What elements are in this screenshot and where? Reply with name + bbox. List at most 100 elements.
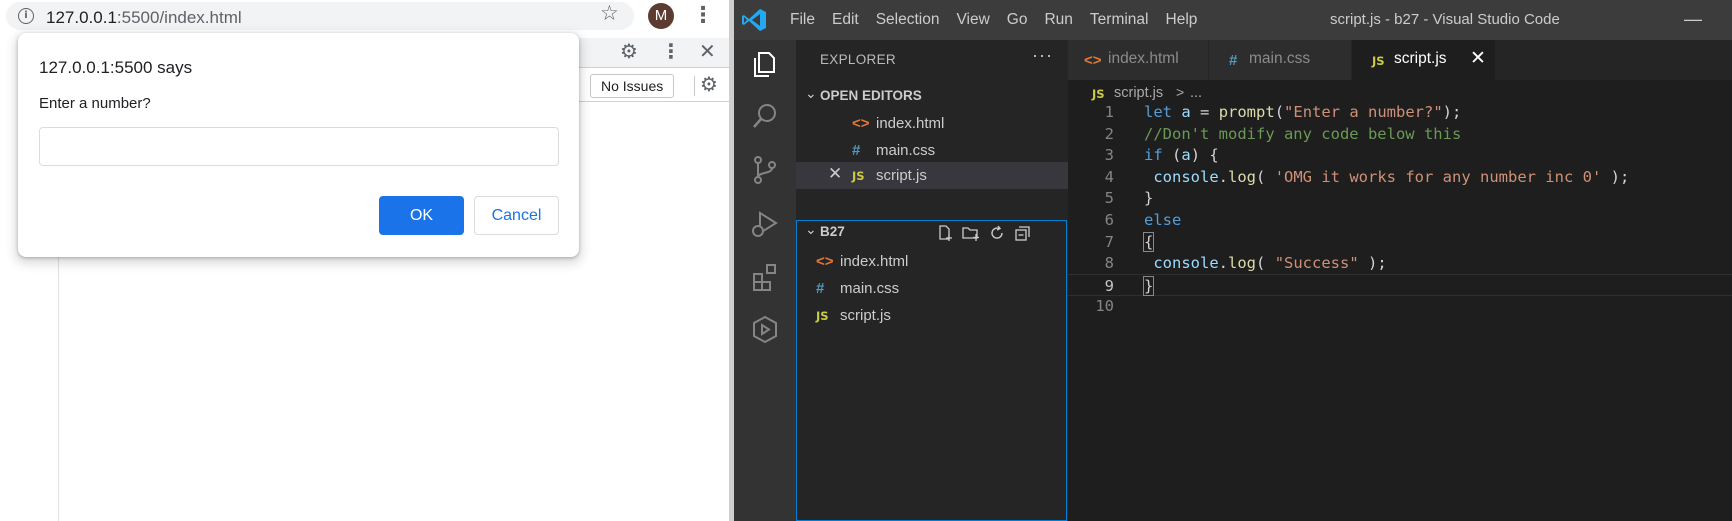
html-file-icon: <> xyxy=(1084,52,1102,69)
code-token: } xyxy=(1144,189,1154,208)
code-line[interactable]: 3 if (a) { xyxy=(1068,144,1732,166)
code-token: 'OMG it works for any number inc 0' xyxy=(1274,167,1602,186)
profile-avatar[interactable]: M xyxy=(648,3,674,29)
tree-item-main-css[interactable]: # main.css xyxy=(796,275,1068,302)
code-line[interactable]: 7{ xyxy=(1068,231,1732,253)
code-token: ( xyxy=(1274,103,1285,121)
open-editor-script-js[interactable]: ✕ JS script.js xyxy=(796,162,1068,189)
open-editor-main-css[interactable]: # main.css xyxy=(796,137,1068,164)
vscode-window: File Edit Selection View Go Run Terminal… xyxy=(734,0,1732,521)
tab-index-html[interactable]: <> index.html xyxy=(1068,40,1209,80)
breadcrumb-separator: > xyxy=(1176,84,1185,100)
explorer-title: EXPLORER xyxy=(820,52,896,67)
extensions-icon[interactable] xyxy=(748,260,782,294)
menu-terminal[interactable]: Terminal xyxy=(1090,0,1149,40)
folder-header-b27[interactable]: ⌄ B27 xyxy=(796,220,1068,246)
new-folder-icon[interactable] xyxy=(962,224,980,242)
menu-run[interactable]: Run xyxy=(1044,0,1072,40)
code-token: a xyxy=(1181,103,1191,121)
vscode-logo-icon xyxy=(742,9,766,31)
open-editor-label: index.html xyxy=(876,115,945,132)
code-line[interactable]: 4 console.log( 'OMG it works for any num… xyxy=(1068,166,1732,188)
js-file-icon: JS xyxy=(852,169,865,183)
line-source: } xyxy=(1142,275,1155,297)
tab-close-icon[interactable]: ✕ xyxy=(1470,47,1486,70)
code-line[interactable]: 2 //Don't modify any code below this xyxy=(1068,123,1732,145)
devtools-divider xyxy=(694,76,695,96)
open-editor-label: script.js xyxy=(876,167,927,184)
code-token: "Success" xyxy=(1274,254,1359,273)
cancel-button[interactable]: Cancel xyxy=(474,196,559,235)
open-editors-label: OPEN EDITORS xyxy=(820,88,922,103)
issues-button[interactable]: No Issues xyxy=(590,74,675,98)
devtools-menu-icon[interactable]: ⋮ xyxy=(661,40,681,64)
tree-item-label: main.css xyxy=(840,280,900,297)
tab-script-js[interactable]: JS script.js ✕ xyxy=(1352,40,1496,80)
site-info-icon[interactable]: i xyxy=(18,8,34,24)
open-editor-index-html[interactable]: <> index.html xyxy=(796,110,1068,137)
code-token: ); xyxy=(1442,103,1462,121)
menu-help[interactable]: Help xyxy=(1166,0,1198,40)
breadcrumb-symbols[interactable]: ... xyxy=(1190,85,1202,101)
code-line[interactable]: 9} xyxy=(1068,273,1732,297)
new-file-icon[interactable] xyxy=(936,224,954,242)
bookmark-star-icon[interactable]: ☆ xyxy=(600,2,619,26)
code-token: a xyxy=(1181,146,1191,165)
menu-go[interactable]: Go xyxy=(1007,0,1028,40)
html-file-icon: <> xyxy=(852,115,870,132)
explorer-icon[interactable] xyxy=(748,47,782,81)
code-token: . xyxy=(1218,254,1229,273)
close-editor-icon[interactable]: ✕ xyxy=(828,164,842,184)
ok-button[interactable]: OK xyxy=(379,196,464,235)
code-token: let xyxy=(1144,103,1172,121)
devtools-close-icon[interactable]: ✕ xyxy=(699,40,716,64)
address-bar[interactable]: i 127.0.0.1:5500/index.html xyxy=(6,2,634,30)
tab-main-css[interactable]: # main.css xyxy=(1209,40,1352,80)
code-token: else xyxy=(1144,211,1182,229)
code-line[interactable]: 8 console.log( "Success" ); xyxy=(1068,252,1732,274)
code-token: ); xyxy=(1358,254,1387,273)
code-line[interactable]: 6 else xyxy=(1068,209,1732,231)
code-token: = xyxy=(1190,103,1219,121)
tree-item-index-html[interactable]: <> index.html xyxy=(796,248,1068,275)
console-settings-icon[interactable]: ⚙ xyxy=(700,73,718,97)
tab-label: index.html xyxy=(1108,50,1179,67)
title-bar: File Edit Selection View Go Run Terminal… xyxy=(734,0,1732,40)
run-debug-icon[interactable] xyxy=(748,207,782,241)
minimize-icon[interactable]: — xyxy=(1684,0,1702,38)
css-file-icon: # xyxy=(852,142,861,159)
prompt-input[interactable] xyxy=(39,127,559,166)
url-host: 127.0.0.1 xyxy=(46,8,117,27)
address-url[interactable]: 127.0.0.1:5500/index.html xyxy=(46,8,242,28)
tree-item-script-js[interactable]: JS script.js xyxy=(796,302,1068,329)
breadcrumb-file[interactable]: script.js xyxy=(1114,85,1163,101)
open-editors-header[interactable]: ⌄ OPEN EDITORS xyxy=(796,84,1068,110)
remote-explorer-icon[interactable] xyxy=(748,313,782,347)
menu-selection[interactable]: Selection xyxy=(876,0,940,40)
code-token: log xyxy=(1228,254,1257,273)
chrome-menu-icon[interactable]: ⋮ xyxy=(692,2,714,30)
menu-file[interactable]: File xyxy=(790,0,815,40)
code-token: ) { xyxy=(1190,146,1219,165)
line-source: if (a) { xyxy=(1144,144,1219,166)
menu-edit[interactable]: Edit xyxy=(832,0,859,40)
menu-view[interactable]: View xyxy=(956,0,989,40)
code-line[interactable]: 5} xyxy=(1068,187,1732,209)
code-token: //Don't modify any code below this xyxy=(1144,124,1462,143)
code-line[interactable]: 10 xyxy=(1068,295,1732,317)
line-number: 4 xyxy=(1104,167,1114,186)
refresh-icon[interactable] xyxy=(988,224,1006,242)
collapse-all-icon[interactable] xyxy=(1014,224,1032,242)
dialog-title: 127.0.0.1:5500 says xyxy=(39,58,193,77)
code-line[interactable]: 1 let a = prompt("Enter a number?"); xyxy=(1068,101,1732,123)
css-file-icon: # xyxy=(1229,52,1238,69)
source-control-icon[interactable] xyxy=(748,153,782,187)
chevron-down-icon: ⌄ xyxy=(805,221,817,237)
devtools-settings-icon[interactable]: ⚙ xyxy=(620,40,638,64)
chrome-window: i 127.0.0.1:5500/index.html ☆ M ⋮ ⚙ ⋮ ✕ … xyxy=(0,0,729,521)
search-icon[interactable] xyxy=(748,100,782,134)
line-number: 9 xyxy=(1104,276,1114,295)
explorer-more-actions-icon[interactable]: ··· xyxy=(1032,45,1053,66)
